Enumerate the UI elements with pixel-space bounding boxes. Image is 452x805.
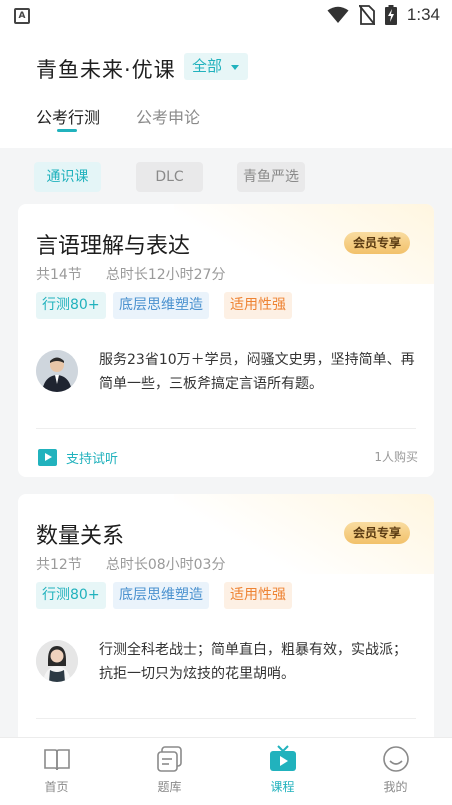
nav-label: 题库: [157, 780, 182, 794]
lesson-count: 共14节: [36, 267, 82, 283]
caret-down-icon: [231, 65, 240, 70]
teacher-avatar: [36, 640, 78, 682]
nav-label: 我的: [383, 780, 408, 794]
tab-xingce[interactable]: 公考行测: [36, 104, 100, 128]
wifi-icon: [327, 6, 349, 23]
filter-general-course[interactable]: 通识课: [34, 162, 101, 192]
filter-dlc[interactable]: DLC: [136, 162, 203, 192]
scope-dropdown-label: 全部: [192, 57, 223, 75]
course-card[interactable]: 数量关系 会员专享 共12节 总时长08小时03分 行测80+ 底层思维塑造 适用…: [18, 494, 434, 754]
course-meta: 共12节 总时长08小时03分: [36, 554, 225, 574]
clock: 1:34: [406, 5, 440, 24]
divider: [36, 428, 416, 429]
course-card[interactable]: 言语理解与表达 会员专享 共14节 总时长12小时27分 行测80+ 底层思维塑造…: [18, 204, 434, 477]
course-tag: 适用性强: [224, 292, 292, 319]
lesson-count: 共12节: [36, 557, 82, 573]
nav-courses[interactable]: 课程: [226, 738, 339, 805]
filter-qingyu-selection[interactable]: 青鱼严选: [237, 162, 305, 192]
smile-face-icon: [383, 746, 409, 772]
course-title: 数量关系: [36, 524, 125, 549]
nav-profile[interactable]: 我的: [339, 738, 452, 805]
nav-question-bank[interactable]: 题库: [113, 738, 226, 805]
course-meta: 共14节 总时长12小时27分: [36, 264, 225, 284]
nav-home[interactable]: 首页: [0, 738, 113, 805]
tv-play-icon: [270, 745, 296, 771]
scope-dropdown[interactable]: 全部: [184, 53, 249, 80]
teacher-avatar: [36, 350, 78, 392]
teacher-description: 服务23省10万＋学员，闷骚文史男，坚持简单、再简单一些，三板斧搞定言语所有题。: [99, 352, 415, 392]
course-tag: 行测80+: [36, 582, 106, 609]
total-duration: 总时长08小时03分: [105, 557, 226, 573]
course-tag: 适用性强: [224, 582, 292, 609]
no-sim-icon: [358, 5, 375, 25]
teacher-description: 行测全科老战士；简单直白，粗暴有效，实战派；抗拒一切只为炫技的花里胡哨。: [99, 642, 407, 682]
header: 青鱼未来·优课 全部 公考行测 公考申论: [0, 32, 452, 148]
trial-listen-button[interactable]: 支持试听: [38, 448, 118, 467]
course-tag: 底层思维塑造: [113, 292, 209, 319]
course-title: 言语理解与表达: [36, 234, 191, 259]
vip-badge: 会员专享: [343, 522, 410, 544]
active-tab-indicator: [57, 129, 77, 132]
purchase-count: 1人购买: [374, 450, 418, 464]
app-title: 青鱼未来·优课: [36, 58, 176, 82]
battery-charging-icon: [384, 5, 397, 25]
divider: [36, 718, 416, 719]
vip-badge: 会员专享: [343, 232, 410, 254]
bottom-navigation: 首页 题库 课程 我的: [0, 737, 452, 805]
course-tag: 行测80+: [36, 292, 106, 319]
status-bar: A 1:34: [0, 0, 452, 32]
book-icon: [44, 749, 70, 771]
play-icon: [38, 449, 57, 466]
tab-shenlun[interactable]: 公考申论: [136, 104, 200, 128]
nav-label: 课程: [270, 780, 295, 794]
category-filter-row: 通识课 DLC 青鱼严选: [0, 148, 452, 204]
notification-a-icon: A: [14, 8, 30, 24]
status-icons: 1:34: [327, 5, 440, 25]
nav-label: 首页: [44, 780, 69, 794]
course-tag: 底层思维塑造: [113, 582, 209, 609]
total-duration: 总时长12小时27分: [105, 267, 226, 283]
question-bank-icon: [157, 746, 182, 772]
trial-listen-label: 支持试听: [66, 452, 119, 467]
